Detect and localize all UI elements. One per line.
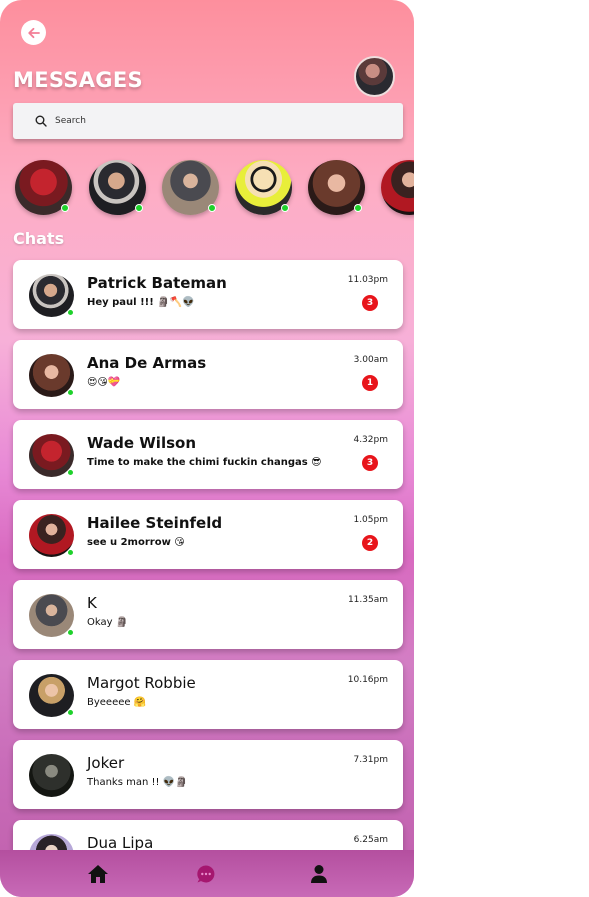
message-time: 4.32pm: [353, 435, 388, 445]
phone-screen: MESSAGES Chats Patrick Bateman Hey paul …: [0, 0, 414, 897]
last-message: see u 2morrow 😘: [87, 537, 185, 548]
chat-item[interactable]: Hailee Steinfeld see u 2morrow 😘 1.05pm …: [13, 500, 403, 569]
search-bar[interactable]: [13, 103, 403, 139]
contact-name: K: [87, 594, 97, 612]
message-time: 7.31pm: [353, 755, 388, 765]
message-time: 1.05pm: [353, 515, 388, 525]
chat-item[interactable]: Wade Wilson Time to make the chimi fucki…: [13, 420, 403, 489]
story-avatar-patrick-bateman[interactable]: [89, 160, 146, 215]
last-message: 😍😘💝: [87, 377, 121, 388]
avatar: [29, 674, 74, 717]
story-avatar-wade-wilson[interactable]: [15, 160, 72, 215]
message-time: 3.00am: [353, 355, 388, 365]
contact-name: Patrick Bateman: [87, 274, 227, 292]
avatar: [29, 594, 74, 637]
search-input[interactable]: [55, 116, 355, 126]
back-button[interactable]: [21, 20, 46, 45]
story-avatar-hailee-steinfeld[interactable]: [381, 160, 414, 215]
unread-badge: 2: [362, 535, 378, 551]
online-indicator: [67, 309, 74, 316]
nav-chats[interactable]: [196, 864, 216, 884]
chat-item[interactable]: Joker Thanks man !! 👽🗿 7.31pm: [13, 740, 403, 809]
unread-badge: 1: [362, 375, 378, 391]
story-avatar-k[interactable]: [162, 160, 219, 215]
contact-name: Wade Wilson: [87, 434, 197, 452]
last-message: Byeeeee 🤗: [87, 697, 147, 708]
avatar: [29, 434, 74, 477]
chat-item[interactable]: K Okay 🗿 11.35am: [13, 580, 403, 649]
avatar: [29, 354, 74, 397]
online-indicator: [354, 204, 362, 212]
last-message: Okay 🗿: [87, 617, 129, 628]
message-time: 11.35am: [347, 595, 388, 605]
online-indicator: [281, 204, 289, 212]
page-title: MESSAGES: [13, 68, 143, 92]
chats-heading: Chats: [13, 229, 65, 248]
user-icon: [311, 865, 327, 883]
online-indicator: [67, 549, 74, 556]
bottom-navigation: [0, 850, 414, 897]
last-message: Time to make the chimi fuckin changas 😎: [87, 457, 322, 468]
avatar: [29, 274, 74, 317]
chat-bubble-icon: [197, 865, 215, 883]
contact-name: Joker: [87, 754, 125, 772]
online-indicator: [67, 389, 74, 396]
chat-item[interactable]: Margot Robbie Byeeeee 🤗 10.16pm: [13, 660, 403, 729]
online-indicator: [67, 469, 74, 476]
message-time: 6.25am: [353, 835, 388, 845]
nav-home[interactable]: [87, 864, 109, 884]
avatar: [29, 754, 74, 797]
chat-item[interactable]: Ana De Armas 😍😘💝 3.00am 1: [13, 340, 403, 409]
profile-avatar[interactable]: [354, 56, 395, 97]
contact-name: Margot Robbie: [87, 674, 196, 692]
online-indicator: [67, 709, 74, 716]
avatar: [29, 514, 74, 557]
unread-badge: 3: [362, 295, 378, 311]
last-message: Hey paul !!! 🗿🪓👽: [87, 297, 195, 308]
message-time: 10.16pm: [347, 675, 388, 685]
search-icon: [35, 115, 47, 127]
online-indicator: [135, 204, 143, 212]
home-icon: [88, 865, 108, 883]
contact-name: Ana De Armas: [87, 354, 207, 372]
online-indicator: [67, 629, 74, 636]
online-indicator: [61, 204, 69, 212]
contact-name: Hailee Steinfeld: [87, 514, 223, 532]
nav-profile[interactable]: [310, 864, 328, 884]
story-avatar-ana-de-armas[interactable]: [308, 160, 365, 215]
story-avatar-morty[interactable]: [235, 160, 292, 215]
last-message: Thanks man !! 👽🗿: [87, 777, 188, 788]
arrow-left-icon: [27, 27, 40, 38]
message-time: 11.03pm: [347, 275, 388, 285]
unread-badge: 3: [362, 455, 378, 471]
chat-item[interactable]: Patrick Bateman Hey paul !!! 🗿🪓👽 11.03pm…: [13, 260, 403, 329]
online-indicator: [208, 204, 216, 212]
